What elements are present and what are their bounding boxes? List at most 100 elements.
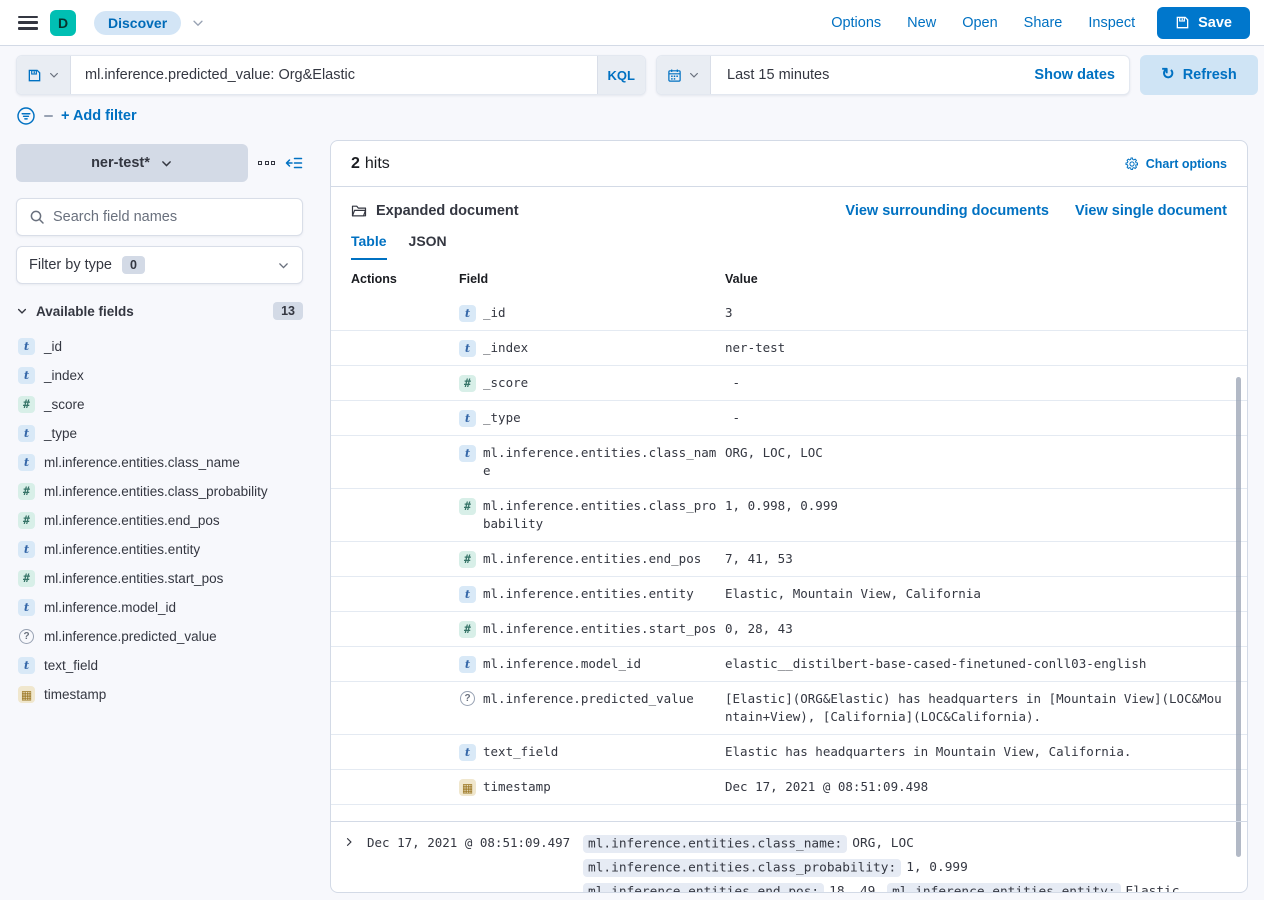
scrollbar-thumb[interactable] bbox=[1236, 377, 1241, 857]
breadcrumb[interactable]: Discover bbox=[94, 11, 181, 35]
field-list: _id _index _score _type ml.inference.ent… bbox=[16, 332, 303, 709]
field-name: ml.inference.entities.class_probability bbox=[44, 484, 268, 499]
filter-icon[interactable] bbox=[16, 106, 36, 126]
field-name: _index bbox=[44, 368, 84, 383]
date-quick-menu[interactable] bbox=[657, 56, 711, 94]
gear-icon bbox=[1125, 157, 1139, 171]
view-single-document-link[interactable]: View single document bbox=[1075, 203, 1227, 219]
show-dates-button[interactable]: Show dates bbox=[1020, 67, 1129, 83]
main-panel: 2 hits Chart options Expanded document V… bbox=[330, 140, 1248, 893]
expanded-document-section: Expanded document View surrounding docum… bbox=[331, 187, 1247, 823]
expand-row-icon[interactable] bbox=[343, 835, 355, 848]
field-name: _id bbox=[44, 339, 62, 354]
available-fields-count-badge: 13 bbox=[273, 302, 303, 320]
field-name: _type bbox=[44, 426, 77, 441]
field-value: 1, 0.998, 0.999 bbox=[725, 497, 1225, 515]
document-field-row: timestamp Dec 17, 2021 @ 08:51:09.498 bbox=[331, 770, 1247, 805]
sidebar-field-item[interactable]: _id bbox=[16, 332, 303, 361]
search-icon bbox=[29, 209, 45, 225]
field-name: text_field bbox=[483, 743, 558, 761]
nav-link[interactable]: Open bbox=[962, 15, 997, 31]
nav-link[interactable]: Options bbox=[831, 15, 881, 31]
tab-table[interactable]: Table bbox=[351, 233, 387, 260]
field-name: ml.inference.entities.start_pos bbox=[483, 620, 716, 638]
sidebar-field-item[interactable]: ml.inference.predicted_value bbox=[16, 622, 303, 651]
sidebar-field-item[interactable]: ml.inference.entities.class_probability bbox=[16, 477, 303, 506]
add-filter-button[interactable]: + Add filter bbox=[61, 108, 137, 124]
summary-field-name-badge: ml.inference.entities.entity: bbox=[887, 883, 1120, 893]
field-value: 0, 28, 43 bbox=[725, 620, 1225, 638]
filter-by-type-dropdown[interactable]: Filter by type 0 bbox=[16, 246, 303, 284]
save-icon bbox=[1175, 15, 1190, 30]
sidebar-field-item[interactable]: _type bbox=[16, 419, 303, 448]
query-bar-row: KQL Last 15 minutes Show dates ↻ Refresh bbox=[16, 55, 1256, 95]
nav-link[interactable]: Share bbox=[1024, 15, 1063, 31]
hits-bar: 2 hits Chart options bbox=[331, 141, 1247, 187]
query-language-button[interactable]: KQL bbox=[597, 56, 645, 94]
time-range-value[interactable]: Last 15 minutes bbox=[711, 67, 845, 83]
index-pattern-selector[interactable]: ner-test* bbox=[16, 144, 248, 182]
column-field: Field bbox=[459, 272, 717, 286]
field-name: ml.inference.entities.end_pos bbox=[483, 550, 701, 568]
field-type-icon bbox=[459, 498, 476, 515]
summary-field-value: 18, 49 bbox=[829, 884, 875, 892]
field-type-icon bbox=[459, 621, 476, 638]
field-value: elastic__distilbert-base-cased-finetuned… bbox=[725, 655, 1225, 673]
sidebar-field-item[interactable]: _score bbox=[16, 390, 303, 419]
document-field-row: ml.inference.model_id elastic__distilber… bbox=[331, 647, 1247, 682]
field-settings-icon[interactable] bbox=[256, 157, 277, 169]
field-name: ml.inference.entities.class_probability bbox=[483, 497, 717, 533]
sidebar-field-item[interactable]: ml.inference.entities.start_pos bbox=[16, 564, 303, 593]
column-actions: Actions bbox=[351, 272, 451, 286]
sidebar-field-item[interactable]: ml.inference.entities.entity bbox=[16, 535, 303, 564]
query-bar: KQL bbox=[16, 55, 646, 95]
summary-field-pair: ml.inference.entities.end_pos:18, 49 bbox=[583, 884, 875, 892]
detail-table-body: _id 3 _index ner-test bbox=[331, 296, 1247, 805]
nav-link[interactable]: Inspect bbox=[1088, 15, 1135, 31]
field-type-icon bbox=[18, 367, 35, 384]
chart-options-button[interactable]: Chart options bbox=[1125, 157, 1227, 171]
date-picker: Last 15 minutes Show dates bbox=[656, 55, 1130, 95]
field-type-icon bbox=[459, 656, 476, 673]
field-name: ml.inference.predicted_value bbox=[483, 690, 694, 708]
summary-field-name-badge: ml.inference.entities.class_probability: bbox=[583, 859, 901, 877]
collapse-sidebar-icon[interactable] bbox=[285, 155, 303, 171]
kql-query-input[interactable] bbox=[71, 67, 597, 83]
field-type-icon bbox=[18, 338, 35, 355]
filter-bar: + Add filter bbox=[16, 106, 137, 126]
chevron-down-icon[interactable] bbox=[191, 16, 205, 30]
hits-count: 2 bbox=[351, 155, 360, 173]
field-name: timestamp bbox=[44, 687, 106, 702]
folder-open-icon bbox=[351, 203, 367, 219]
field-name: _score bbox=[483, 374, 528, 392]
field-type-icon bbox=[459, 744, 476, 761]
nav-link[interactable]: New bbox=[907, 15, 936, 31]
chevron-down-icon bbox=[688, 69, 700, 81]
sidebar-field-item[interactable]: timestamp bbox=[16, 680, 303, 709]
document-summary-row[interactable]: Dec 17, 2021 @ 08:51:09.497 ml.inference… bbox=[331, 821, 1247, 892]
sidebar-field-item[interactable]: _index bbox=[16, 361, 303, 390]
field-value: 7, 41, 53 bbox=[725, 550, 1225, 568]
field-name: _index bbox=[483, 339, 528, 357]
save-button[interactable]: Save bbox=[1157, 7, 1250, 39]
document-field-row: ml.inference.entities.end_pos 7, 41, 53 bbox=[331, 542, 1247, 577]
field-search-input[interactable] bbox=[53, 209, 290, 225]
sidebar: ner-test* Filter by type 0 Available fie… bbox=[16, 144, 303, 709]
field-type-icon bbox=[18, 657, 35, 674]
hits-label: hits bbox=[365, 155, 390, 173]
sidebar-field-item[interactable]: ml.inference.entities.end_pos bbox=[16, 506, 303, 535]
available-fields-header[interactable]: Available fields 13 bbox=[16, 302, 303, 320]
menu-icon[interactable] bbox=[18, 16, 38, 30]
space-logo[interactable]: D bbox=[50, 10, 76, 36]
summary-field-pair: ml.inference.entities.class_probability:… bbox=[583, 860, 968, 875]
tab-json[interactable]: JSON bbox=[409, 233, 447, 260]
sidebar-field-item[interactable]: ml.inference.entities.class_name bbox=[16, 448, 303, 477]
refresh-button[interactable]: ↻ Refresh bbox=[1140, 55, 1258, 95]
chevron-down-icon bbox=[16, 305, 28, 317]
saved-query-icon bbox=[27, 68, 42, 83]
saved-query-menu[interactable] bbox=[17, 56, 71, 94]
view-surrounding-documents-link[interactable]: View surrounding documents bbox=[845, 203, 1049, 219]
sidebar-field-item[interactable]: ml.inference.model_id bbox=[16, 593, 303, 622]
field-type-icon bbox=[459, 586, 476, 603]
sidebar-field-item[interactable]: text_field bbox=[16, 651, 303, 680]
